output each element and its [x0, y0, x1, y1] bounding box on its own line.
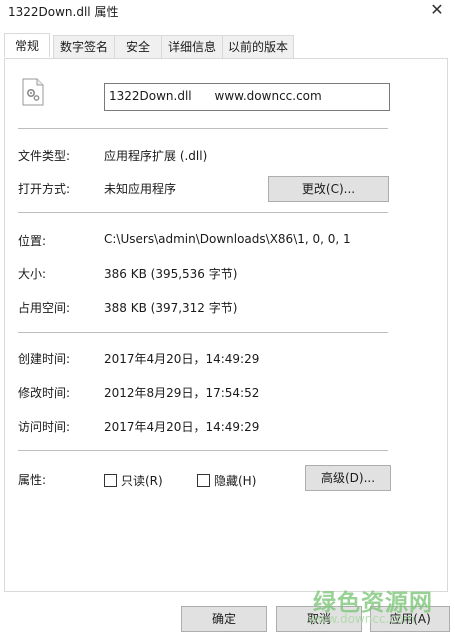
separator [18, 332, 388, 333]
opens-with-value: 未知应用程序 [104, 182, 177, 196]
file-type-value: 应用程序扩展 (.dll) [104, 149, 208, 163]
file-name-input[interactable]: 1322Down.dll www.downcc.com [104, 83, 390, 111]
hidden-label: 隐藏(H) [214, 474, 257, 488]
separator [18, 450, 388, 451]
file-type-label: 文件类型: [18, 149, 71, 163]
window-title: 1322Down.dll 属性 [8, 5, 119, 19]
created-label: 创建时间: [18, 352, 71, 366]
readonly-checkbox[interactable]: 只读(R) [104, 472, 163, 488]
tab-details[interactable]: 详细信息 [161, 35, 223, 58]
readonly-label: 只读(R) [121, 474, 163, 488]
hidden-checkbox[interactable]: 隐藏(H) [197, 472, 256, 488]
disk-size-label: 占用空间: [18, 301, 71, 315]
general-panel [4, 58, 448, 592]
separator [18, 212, 388, 213]
separator [18, 128, 388, 129]
size-label: 大小: [18, 267, 47, 281]
title-bar: 1322Down.dll 属性 ✕ [0, 0, 455, 22]
attributes-label: 属性: [18, 473, 47, 487]
accessed-label: 访问时间: [18, 420, 71, 434]
properties-window: 1322Down.dll 属性 ✕ 常规 数字签名 安全 详细信息 以前的版本 … [0, 0, 455, 638]
advanced-button[interactable]: 高级(D)... [305, 465, 391, 491]
size-value: 386 KB (395,536 字节) [104, 267, 238, 281]
tab-general[interactable]: 常规 [4, 33, 50, 57]
location-value: C:\Users\admin\Downloads\X86\1, 0, 0, 1 [104, 232, 351, 246]
checkbox-box[interactable] [104, 474, 117, 487]
created-value: 2017年4月20日，14:49:29 [104, 352, 260, 366]
dll-file-icon [22, 78, 44, 106]
modified-value: 2012年8月29日，17:54:52 [104, 386, 260, 400]
accessed-value: 2017年4月20日，14:49:29 [104, 420, 260, 434]
ok-button[interactable]: 确定 [181, 606, 267, 632]
tab-digital-signatures[interactable]: 数字签名 [53, 35, 115, 58]
tab-previous-versions[interactable]: 以前的版本 [222, 35, 294, 58]
watermark-url: www.downcc.com [307, 612, 415, 626]
location-label: 位置: [18, 234, 47, 248]
opens-with-label: 打开方式: [18, 182, 71, 196]
modified-label: 修改时间: [18, 386, 71, 400]
close-icon[interactable]: ✕ [419, 0, 455, 22]
disk-size-value: 388 KB (397,312 字节) [104, 301, 238, 315]
checkbox-box[interactable] [197, 474, 210, 487]
tab-security[interactable]: 安全 [114, 35, 162, 58]
change-button[interactable]: 更改(C)... [268, 176, 389, 202]
